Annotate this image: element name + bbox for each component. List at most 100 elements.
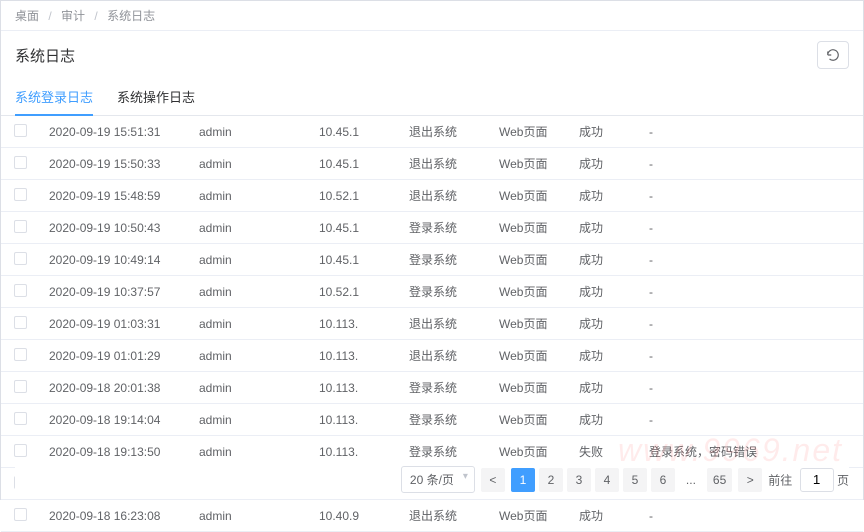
page-button[interactable]: 4 [595,468,619,492]
cell-ip: 10.113. [309,340,399,372]
cell-remark: - [639,372,863,404]
row-checkbox[interactable] [14,412,27,425]
row-checkbox[interactable] [14,444,27,457]
breadcrumb-item: 系统日志 [107,9,155,23]
cell-operation: 登录系统 [399,372,489,404]
cell-time: 2020-09-19 10:49:14 [39,244,189,276]
table-row: 2020-09-19 15:48:59admin10.52.1退出系统Web页面… [1,180,863,212]
cell-operation: 退出系统 [399,148,489,180]
cell-status: 成功 [569,500,639,532]
cell-ip: 10.113. [309,372,399,404]
page-button[interactable]: 5 [623,468,647,492]
cell-operation: 退出系统 [399,116,489,148]
cell-ip: 10.52.1 [309,276,399,308]
row-checkbox[interactable] [14,156,27,169]
pagination: 20 条/页 < 123456...65 > 前往 页 [15,460,849,493]
row-checkbox[interactable] [14,508,27,521]
cell-ip: 10.45.1 [309,244,399,276]
table-row: 2020-09-19 15:51:31admin10.45.1退出系统Web页面… [1,116,863,148]
next-page-button[interactable]: > [738,468,762,492]
goto-page-input[interactable] [800,468,834,492]
cell-time: 2020-09-19 01:01:29 [39,340,189,372]
row-checkbox[interactable] [14,220,27,233]
cell-user: admin [189,276,309,308]
row-checkbox[interactable] [14,124,27,137]
cell-remark: - [639,212,863,244]
table-row: 2020-09-19 10:50:43admin10.45.1登录系统Web页面… [1,212,863,244]
cell-user: admin [189,340,309,372]
cell-time: 2020-09-19 15:48:59 [39,180,189,212]
cell-time: 2020-09-19 01:03:31 [39,308,189,340]
row-checkbox[interactable] [14,284,27,297]
cell-operation: 登录系统 [399,404,489,436]
page-button[interactable]: 3 [567,468,591,492]
cell-status: 成功 [569,340,639,372]
page-button[interactable]: 1 [511,468,535,492]
cell-ip: 10.45.1 [309,116,399,148]
cell-terminal: Web页面 [489,500,569,532]
breadcrumb-item[interactable]: 审计 [61,9,85,23]
cell-terminal: Web页面 [489,372,569,404]
table-row: 2020-09-19 10:37:57admin10.52.1登录系统Web页面… [1,276,863,308]
cell-user: admin [189,404,309,436]
tabs: 系统登录日志 系统操作日志 [1,79,863,116]
cell-operation: 退出系统 [399,180,489,212]
cell-remark: - [639,148,863,180]
cell-user: admin [189,500,309,532]
cell-time: 2020-09-19 10:50:43 [39,212,189,244]
table-row: 2020-09-19 01:03:31admin10.113.退出系统Web页面… [1,308,863,340]
cell-time: 2020-09-19 15:51:31 [39,116,189,148]
cell-operation: 退出系统 [399,308,489,340]
page-title: 系统日志 [15,45,75,66]
cell-user: admin [189,148,309,180]
cell-ip: 10.113. [309,308,399,340]
table-row: 2020-09-19 15:50:33admin10.45.1退出系统Web页面… [1,148,863,180]
page-button[interactable]: 65 [707,468,732,492]
cell-operation: 退出系统 [399,340,489,372]
cell-remark: - [639,500,863,532]
cell-time: 2020-09-18 19:14:04 [39,404,189,436]
cell-remark: - [639,180,863,212]
cell-terminal: Web页面 [489,404,569,436]
cell-status: 成功 [569,148,639,180]
breadcrumb-item[interactable]: 桌面 [15,9,39,23]
row-checkbox[interactable] [14,380,27,393]
page-size-select[interactable]: 20 条/页 [401,466,475,493]
cell-terminal: Web页面 [489,116,569,148]
cell-ip: 10.45.1 [309,148,399,180]
cell-user: admin [189,308,309,340]
tab-login-log[interactable]: 系统登录日志 [15,79,93,116]
cell-operation: 登录系统 [399,212,489,244]
row-checkbox[interactable] [14,316,27,329]
table-row: 2020-09-18 19:14:04admin10.113.登录系统Web页面… [1,404,863,436]
table-row: 2020-09-18 20:01:38admin10.113.登录系统Web页面… [1,372,863,404]
cell-remark: - [639,276,863,308]
cell-operation: 登录系统 [399,276,489,308]
table-row: 2020-09-19 01:01:29admin10.113.退出系统Web页面… [1,340,863,372]
cell-status: 成功 [569,244,639,276]
cell-user: admin [189,180,309,212]
prev-page-button[interactable]: < [481,468,505,492]
cell-ip: 10.40.9 [309,500,399,532]
breadcrumb-sep: / [48,9,51,23]
refresh-button[interactable] [817,41,849,69]
row-checkbox[interactable] [14,188,27,201]
cell-user: admin [189,212,309,244]
page-button[interactable]: 2 [539,468,563,492]
cell-remark: - [639,308,863,340]
cell-remark: - [639,244,863,276]
page-button[interactable]: 6 [651,468,675,492]
cell-operation: 登录系统 [399,244,489,276]
goto-page: 前往 页 [768,468,849,492]
cell-terminal: Web页面 [489,180,569,212]
breadcrumb: 桌面 / 审计 / 系统日志 [1,1,863,31]
table-row: 2020-09-19 10:49:14admin10.45.1登录系统Web页面… [1,244,863,276]
row-checkbox[interactable] [14,252,27,265]
cell-terminal: Web页面 [489,244,569,276]
cell-terminal: Web页面 [489,148,569,180]
cell-ip: 10.45.1 [309,212,399,244]
cell-remark: - [639,116,863,148]
row-checkbox[interactable] [14,348,27,361]
cell-user: admin [189,372,309,404]
tab-operation-log[interactable]: 系统操作日志 [117,79,195,115]
